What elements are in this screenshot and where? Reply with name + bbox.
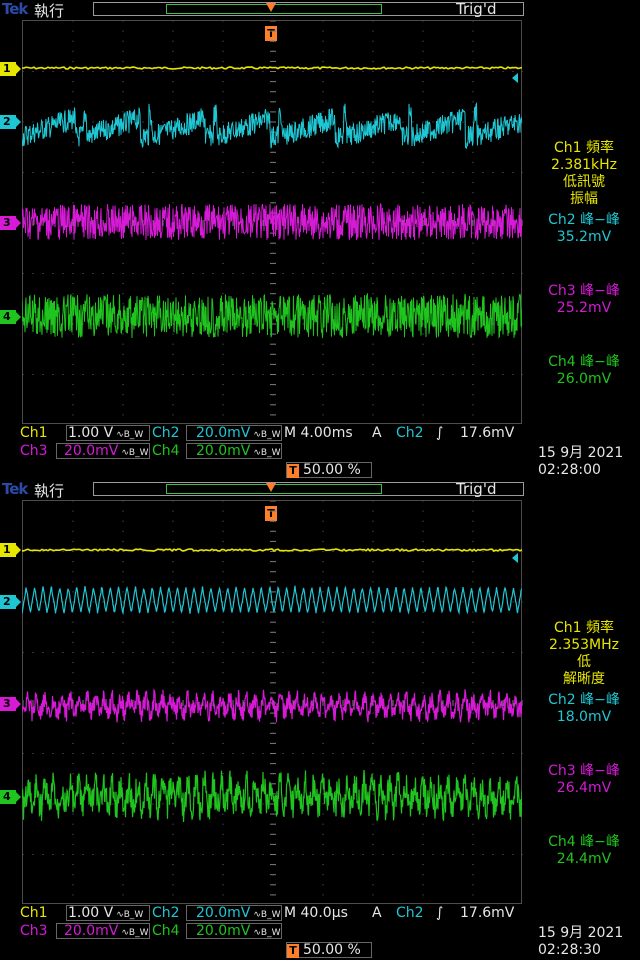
waveform-area [22,548,522,823]
ch1-readout[interactable]: Ch1 1.00 V ∿B_W [20,905,143,921]
trigger-state: Trig'd [456,480,497,498]
horizontal-position[interactable]: T 50.00 % [286,942,372,958]
ch3-marker[interactable]: 3 [0,697,21,711]
ch2-marker[interactable]: 2 [0,595,21,609]
time-text: 02:28:00 [538,462,601,478]
timebase-readout[interactable]: M 40.0µs [284,905,348,921]
ch1-frequency-measurement: Ch1 頻率 2.353MHz 低 解晰度 [548,620,620,687]
scope-screen-1: Tek 執行 Trig'd T 1 2 3 4 Ch1 頻率 2.381kHz … [0,0,640,480]
ch4-pk-pk-measurement: Ch4 峰−峰 26.0mV [548,354,620,387]
horizontal-position[interactable]: T 50.00 % [286,462,372,478]
ch3-waveform [22,688,522,723]
grid-dot [522,273,523,274]
date-text: 15 9月 2021 [538,925,624,941]
ch3-pk-pk-measurement: Ch3 峰−峰 26.4mV [548,763,620,796]
grid-dot [522,551,523,552]
trigger-source[interactable]: Ch2 [396,425,424,441]
brand-logo: Tek [2,0,28,18]
ch2-waveform [22,585,522,616]
timestamp: 15 9月 2021 02:28:30 [538,925,623,959]
ch4-readout[interactable]: Ch4 20.0mV ∿B_W [152,443,281,459]
ch1-waveform [22,548,522,552]
ch2-readout[interactable]: Ch2 20.0mV ∿B_W [152,425,281,441]
trigger-level-readout[interactable]: 17.6mV [460,425,514,441]
position-t-icon: T [287,464,299,478]
ch2-marker[interactable]: 2 [0,115,21,129]
run-state: 執行 [34,482,65,500]
ch1-frequency-measurement: Ch1 頻率 2.381kHz 低訊號 振幅 [550,140,618,207]
ch1-waveform [22,66,522,70]
ch4-waveform [22,769,522,823]
grid-dot [522,323,523,325]
scope-screen-2: Tek 執行 Trig'd T 1 2 3 4 Ch1 頻率 2.353MHz … [0,480,640,960]
ch2-readout[interactable]: Ch2 20.0mV ∿B_W [152,905,281,921]
ch1-marker[interactable]: 1 [0,543,21,557]
ch4-readout[interactable]: Ch4 20.0mV ∿B_W [152,923,281,939]
acquisition-mode: A [372,905,382,921]
ch4-marker[interactable]: 4 [0,310,21,324]
ch3-marker[interactable]: 3 [0,216,21,230]
trigger-slope-icon: ∫ [436,905,444,921]
timebase-readout[interactable]: M 4.00ms [284,425,353,441]
ch3-readout[interactable]: Ch3 20.0mV ∿B_W [20,443,149,459]
ch1-marker[interactable]: 1 [0,62,21,76]
ch4-pk-pk-measurement: Ch4 峰−峰 24.4mV [548,834,620,867]
grid-dot [522,601,523,603]
grid-dot [522,374,523,375]
grid-dot [522,121,523,123]
trigger-level-readout[interactable]: 17.6mV [460,905,514,921]
timestamp: 15 9月 2021 02:28:00 [538,445,623,479]
ch4-marker[interactable]: 4 [0,790,21,804]
ch2-waveform [22,101,522,150]
brand-logo: Tek [2,480,28,498]
ch2-pk-pk-measurement: Ch2 峰−峰 35.2mV [548,212,620,245]
grid-dot [522,652,523,653]
ch4-waveform [22,292,522,339]
trigger-arrow-icon [266,3,276,12]
ch3-pk-pk-measurement: Ch3 峰−峰 25.2mV [548,283,620,316]
trigger-arrow-icon [266,483,276,492]
grid-dot [522,803,523,805]
date-text: 15 9月 2021 [538,445,624,461]
grid-dot [522,172,523,173]
acquisition-mode: A [372,425,382,441]
trigger-level-marker[interactable] [512,73,518,83]
time-text: 02:28:30 [538,942,601,958]
trigger-source[interactable]: Ch2 [396,905,424,921]
trigger-slope-icon: ∫ [436,425,444,441]
ch3-waveform [22,203,522,241]
ch1-readout[interactable]: Ch1 1.00 V ∿B_W [20,425,143,441]
grid-dot [522,753,523,754]
ch3-readout[interactable]: Ch3 20.0mV ∿B_W [20,923,149,939]
trigger-state: Trig'd [456,0,497,18]
grid-dot [522,854,523,855]
run-state: 執行 [34,2,65,20]
grid-dot [522,71,523,72]
ch2-pk-pk-measurement: Ch2 峰−峰 18.0mV [548,692,620,725]
trigger-level-marker[interactable] [512,553,518,563]
position-t-icon: T [287,944,299,958]
waveform-area [22,66,522,339]
